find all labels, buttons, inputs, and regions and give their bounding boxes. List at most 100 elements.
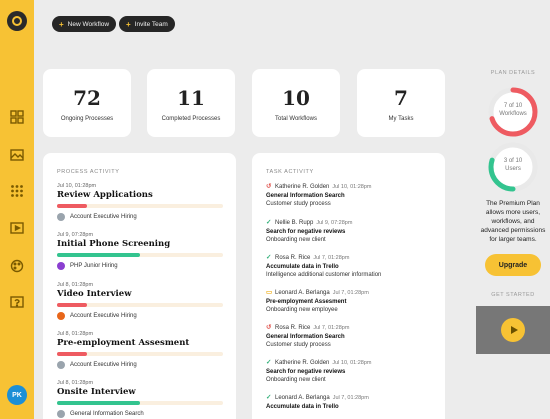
- activity-workflow: Account Executive Hiring: [70, 214, 137, 220]
- stat-label: Ongoing Processes: [60, 116, 114, 122]
- task-activity-item[interactable]: ▭ Leonard A. Berlanga Jul 7, 01:28pm Pre-em…: [266, 289, 436, 315]
- activity-title: Pre-employment Assesment: [57, 338, 190, 348]
- activity-workflow: General Information Search: [70, 411, 144, 417]
- task-assignee: Katherine R. Golden: [275, 184, 330, 190]
- get-started-title: GET STARTED: [491, 292, 535, 298]
- user-avatar-icon: [57, 361, 65, 369]
- undo-icon: ↺: [266, 324, 272, 331]
- users-count: 3 of 10: [503, 158, 523, 164]
- upgrade-button[interactable]: Upgrade: [485, 254, 541, 276]
- activity-title: Video Interview: [57, 289, 132, 299]
- task-process: Onboarding new client: [266, 377, 326, 383]
- progress-bar: [57, 401, 223, 405]
- activity-title: Initial Phone Screening: [57, 239, 171, 249]
- task-assignee: Rosa R. Rice: [275, 255, 311, 261]
- activity-date: Jul 8, 01:28pm: [57, 282, 94, 288]
- task-activity-item[interactable]: ✓ Katherine R. Golden Jul 10, 01:28pm Searc…: [266, 359, 436, 385]
- task-assignee: Nellie B. Rupp: [275, 220, 314, 226]
- task-title: Accumulate data in Trello: [266, 263, 339, 270]
- task-title: Accumulate data in Trello: [266, 403, 339, 410]
- activity-date: Jul 8, 01:28pm: [57, 331, 94, 337]
- user-avatar-icon: [57, 213, 65, 221]
- task-date: Jul 9, 07:28pm: [316, 220, 353, 226]
- activity-date: Jul 10, 01:28pm: [57, 183, 97, 189]
- task-assignee: Katherine R. Golden: [275, 360, 330, 366]
- activity-workflow: PHP Junior Hiring: [70, 263, 118, 269]
- dashboard-icon[interactable]: [10, 110, 24, 124]
- task-title: Search for negative reviews: [266, 368, 346, 375]
- activity-workflow: Account Executive Hiring: [70, 313, 137, 319]
- purple-dot-icon: [57, 262, 65, 270]
- process-activity-item[interactable]: Jul 8, 01:28pm Pre-employment Assesment Ac…: [57, 331, 223, 369]
- apps-grid-icon[interactable]: [10, 184, 24, 198]
- task-activity-item[interactable]: ✓ Rosa R. Rice Jul 7, 01:28pm Accumulate da…: [266, 254, 436, 280]
- comment-icon: ▭: [266, 289, 273, 296]
- process-activity-title: PROCESS ACTIVITY: [57, 169, 120, 175]
- task-date: Jul 10, 01:28pm: [332, 360, 372, 366]
- upgrade-label: Upgrade: [498, 261, 528, 269]
- stat-value: 7: [394, 86, 408, 110]
- process-activity-item[interactable]: Jul 8, 01:28pm Video Interview Account Exe…: [57, 282, 223, 320]
- task-process: Onboarding new client: [266, 237, 326, 243]
- undo-icon: ↺: [266, 183, 272, 190]
- task-activity-item[interactable]: ↺ Katherine R. Golden Jul 10, 01:28pm Gener…: [266, 183, 436, 209]
- activity-date: Jul 9, 07:28pm: [57, 232, 94, 238]
- stat-card-tasks[interactable]: 7 My Tasks: [357, 69, 445, 137]
- task-date: Jul 7, 01:28pm: [332, 395, 369, 401]
- workflows-caption: Workflows: [499, 111, 527, 117]
- activity-meta: Account Executive Hiring: [57, 361, 223, 369]
- process-activity-item[interactable]: Jul 9, 07:28pm Initial Phone Screening PHP…: [57, 232, 223, 270]
- task-title: General Information Search: [266, 192, 345, 199]
- invite-team-label: Invite Team: [134, 20, 168, 28]
- progress-bar: [57, 303, 223, 307]
- stat-label: Total Workflows: [275, 116, 317, 122]
- task-activity-item[interactable]: ↺ Rosa R. Rice Jul 7, 01:28pm General Infor…: [266, 324, 436, 350]
- task-process: Customer study process: [266, 342, 331, 348]
- stat-card-workflows[interactable]: 10 Total Workflows: [252, 69, 340, 137]
- progress-bar: [57, 253, 223, 257]
- activity-meta: Account Executive Hiring: [57, 213, 223, 221]
- process-activity-item[interactable]: Jul 8, 01:28pm Onsite Interview General In…: [57, 380, 223, 418]
- stat-card-ongoing[interactable]: 72 Ongoing Processes: [43, 69, 131, 137]
- help-icon[interactable]: [10, 296, 24, 310]
- task-title: Pre-employment Assesment: [266, 298, 347, 305]
- task-activity-item[interactable]: ✓ Leonard A. Berlanga Jul 7, 01:28pm Accumu…: [266, 394, 436, 411]
- palette-icon[interactable]: [10, 259, 24, 273]
- process-activity-item[interactable]: Jul 10, 01:28pm Review Applications Accoun…: [57, 183, 223, 221]
- play-icon[interactable]: [501, 318, 525, 342]
- image-icon[interactable]: [10, 148, 24, 162]
- users-caption: Users: [505, 166, 521, 172]
- stat-label: My Tasks: [388, 116, 414, 122]
- process-activity-panel: PROCESS ACTIVITY Jul 10, 01:28pm Review A…: [43, 153, 236, 419]
- task-activity-panel: TASK ACTIVITY ↺ Katherine R. Golden Jul 10…: [252, 153, 445, 419]
- plan-details-title: PLAN DETAILS: [490, 70, 536, 76]
- stat-label: Completed Processes: [161, 116, 221, 122]
- progress-fill: [57, 204, 87, 208]
- progress-bar: [57, 204, 223, 208]
- plus-icon: +: [59, 19, 64, 29]
- workflows-count: 7 of 10: [503, 103, 523, 109]
- task-activity-item[interactable]: ✓ Nellie B. Rupp Jul 9, 07:28pm Search for …: [266, 219, 436, 245]
- get-started-video[interactable]: [476, 306, 550, 354]
- activity-title: Review Applications: [57, 190, 153, 200]
- progress-bar: [57, 352, 223, 356]
- stat-value: 10: [282, 86, 310, 110]
- check-icon: ✓: [266, 359, 272, 366]
- stat-value: 72: [73, 86, 101, 110]
- progress-fill: [57, 253, 140, 257]
- check-icon: ✓: [266, 219, 272, 226]
- new-workflow-button[interactable]: + New Workflow: [52, 16, 117, 32]
- activity-meta: General Information Search: [57, 410, 223, 418]
- video-icon[interactable]: [10, 221, 24, 235]
- users-gauge: 3 of 10 Users: [487, 141, 539, 193]
- stat-card-completed[interactable]: 11 Completed Processes: [147, 69, 235, 137]
- orange-dot-icon: [57, 312, 65, 320]
- stat-value: 11: [177, 86, 205, 110]
- app-logo[interactable]: [7, 11, 27, 31]
- user-avatar[interactable]: PK: [7, 385, 27, 405]
- task-title: Search for negative reviews: [266, 228, 346, 235]
- workflows-gauge: 7 of 10 Workflows: [487, 86, 539, 138]
- task-assignee: Leonard A. Berlanga: [275, 395, 330, 401]
- check-icon: ✓: [266, 254, 272, 261]
- invite-team-button[interactable]: + Invite Team: [119, 16, 175, 32]
